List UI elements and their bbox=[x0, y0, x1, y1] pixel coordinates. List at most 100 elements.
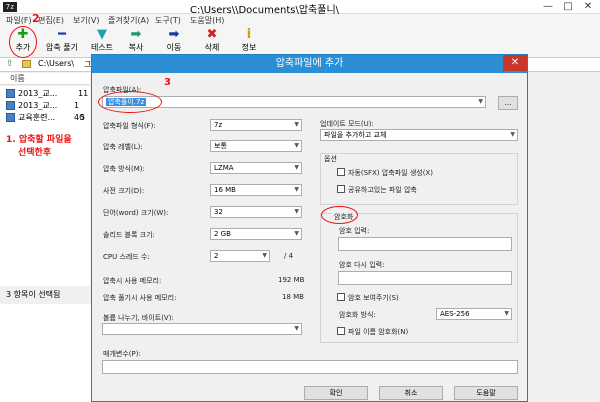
split-volumes-label: 볼륨 나누기, 바이트(V): bbox=[103, 314, 174, 322]
check-icon: ▼ bbox=[97, 27, 107, 42]
file-size: 5 bbox=[80, 113, 86, 122]
split-volumes-select[interactable]: ▼ bbox=[102, 323, 302, 335]
app-icon: 7z bbox=[3, 2, 17, 12]
minimize-button[interactable]: — bbox=[538, 0, 558, 14]
dialog-close-button[interactable]: ✕ bbox=[503, 55, 527, 71]
up-folder-icon[interactable]: ⇧ bbox=[6, 59, 14, 69]
update-mode-value: 파일을 추가하고 교체 bbox=[324, 131, 387, 139]
cpu-threads-label: CPU 스레드 수: bbox=[103, 253, 150, 261]
menu-help[interactable]: 도움말(H) bbox=[190, 14, 224, 27]
folder-icon bbox=[22, 60, 31, 68]
info-button[interactable]: i 정보 bbox=[230, 28, 268, 56]
password-input[interactable] bbox=[338, 237, 512, 251]
method-value: LZMA bbox=[214, 164, 234, 172]
level-value: 보통 bbox=[214, 142, 227, 150]
encrypt-names-label: 파일 이름 암호화(N) bbox=[348, 328, 409, 336]
menu-view[interactable]: 보기(V) bbox=[73, 14, 99, 27]
column-header-name[interactable]: 이름 bbox=[0, 73, 90, 85]
file-icon bbox=[6, 101, 15, 110]
copy-button-label: 복사 bbox=[128, 43, 144, 52]
test-button[interactable]: ▼ 테스트 bbox=[83, 28, 121, 56]
cancel-button[interactable]: 취소 bbox=[379, 386, 443, 400]
menu-edit[interactable]: 편집(E) bbox=[38, 14, 64, 27]
file-list: 2013_교... 11 2013_교... 1 40 교육훈련... 5 1.… bbox=[0, 86, 90, 286]
move-button[interactable]: ➡ 이동 bbox=[155, 28, 193, 56]
sfx-label: 자동(SFX) 압축파일 생성(X) bbox=[348, 169, 433, 177]
file-icon bbox=[6, 89, 15, 98]
password-confirm-input[interactable] bbox=[338, 271, 512, 285]
copy-button[interactable]: ➡ 복사 bbox=[117, 28, 155, 56]
parameters-input[interactable] bbox=[102, 360, 518, 374]
solid-block-value: 2 GB bbox=[214, 230, 231, 238]
dictionary-select[interactable]: 16 MB ▼ bbox=[210, 184, 302, 196]
solid-block-select[interactable]: 2 GB ▼ bbox=[210, 228, 302, 240]
help-button[interactable]: 도움말 bbox=[454, 386, 518, 400]
step-1-instruction: 1. 압축할 파일을 선택한후 bbox=[6, 134, 72, 160]
parameters-label: 매개변수(P): bbox=[103, 350, 141, 358]
info-button-label: 정보 bbox=[241, 43, 257, 52]
level-label: 압축 레벨(L): bbox=[103, 143, 143, 151]
word-size-select[interactable]: 32 ▼ bbox=[210, 206, 302, 218]
shared-files-label: 공유하고있는 파일 압축 bbox=[348, 186, 417, 194]
dictionary-label: 사전 크기(D): bbox=[103, 187, 145, 195]
update-mode-label: 업데이트 모드(U): bbox=[320, 120, 374, 128]
menu-favorites[interactable]: 즐겨찾기(A) bbox=[108, 14, 149, 27]
chevron-down-icon: ▼ bbox=[294, 208, 299, 215]
chevron-down-icon: ▼ bbox=[294, 230, 299, 237]
chevron-down-icon: ▼ bbox=[294, 325, 299, 332]
delete-button[interactable]: ✖ 삭제 bbox=[193, 28, 231, 56]
chevron-down-icon: ▼ bbox=[262, 252, 267, 259]
menu-bar: 파일(F) 편집(E) 보기(V) 즐겨찾기(A) 도구(T) 도움말(H) bbox=[0, 14, 600, 27]
level-select[interactable]: 보통 ▼ bbox=[210, 140, 302, 152]
password-confirm-label: 암호 다시 입력: bbox=[339, 261, 385, 269]
encrypt-names-checkbox[interactable] bbox=[337, 327, 345, 335]
info-icon: i bbox=[246, 27, 252, 42]
chevron-down-icon: ▼ bbox=[510, 131, 515, 138]
highlight-circle bbox=[98, 91, 162, 113]
cpu-threads-total: / 4 bbox=[284, 252, 294, 260]
list-item[interactable]: 2013_교... bbox=[6, 100, 57, 112]
show-password-checkbox[interactable] bbox=[337, 293, 345, 301]
copy-arrow-icon: ➡ bbox=[130, 27, 142, 42]
chevron-down-icon: ▼ bbox=[294, 186, 299, 193]
maximize-button[interactable]: □ bbox=[558, 0, 578, 14]
chevron-down-icon: ▼ bbox=[294, 164, 299, 171]
word-size-value: 32 bbox=[214, 208, 223, 216]
add-to-archive-dialog: 압축파일에 추가 ✕ 3 압축파일(A): 압축풀이.7z ▼ ... 압축파일… bbox=[91, 54, 528, 402]
format-select[interactable]: 7z ▼ bbox=[210, 119, 302, 131]
options-label: 옵션 bbox=[324, 155, 337, 163]
method-select[interactable]: LZMA ▼ bbox=[210, 162, 302, 174]
chevron-down-icon: ▼ bbox=[478, 98, 483, 105]
move-button-label: 이동 bbox=[166, 43, 182, 52]
delete-button-label: 삭제 bbox=[204, 43, 220, 52]
menu-tools[interactable]: 도구(T) bbox=[155, 14, 181, 27]
extract-button[interactable]: ━ 압축 풀기 bbox=[42, 28, 82, 56]
shared-files-checkbox[interactable] bbox=[337, 185, 345, 193]
cpu-threads-value: 2 bbox=[214, 252, 219, 260]
list-item[interactable]: 교육훈련... bbox=[6, 112, 55, 124]
step-1-line-2: 선택한후 bbox=[18, 148, 52, 158]
list-item[interactable]: 2013_교... bbox=[6, 88, 57, 100]
address-path: C:\Users\ bbox=[38, 59, 75, 68]
format-label: 압축파일 형식(F): bbox=[103, 122, 156, 130]
browse-button[interactable]: ... bbox=[498, 96, 518, 110]
update-mode-select[interactable]: 파일을 추가하고 교체 ▼ bbox=[320, 129, 518, 141]
file-size: 11 bbox=[78, 89, 89, 98]
menu-file[interactable]: 파일(F) bbox=[6, 14, 32, 27]
dictionary-value: 16 MB bbox=[214, 186, 236, 194]
sfx-checkbox[interactable] bbox=[337, 168, 345, 176]
method-label: 압축 방식(M): bbox=[103, 165, 145, 173]
chevron-down-icon: ▼ bbox=[294, 142, 299, 149]
extract-button-label: 압축 풀기 bbox=[46, 43, 78, 52]
encryption-method-select[interactable]: AES-256 ▼ bbox=[436, 308, 512, 320]
file-name: 2013_교... bbox=[18, 89, 58, 98]
minus-icon: ━ bbox=[58, 27, 66, 42]
ok-button[interactable]: 확인 bbox=[304, 386, 368, 400]
test-button-label: 테스트 bbox=[90, 43, 114, 52]
chevron-down-icon: ▼ bbox=[504, 310, 509, 317]
close-button[interactable]: ✕ bbox=[578, 0, 598, 14]
cpu-threads-select[interactable]: 2 ▼ bbox=[210, 250, 270, 262]
encryption-method-label: 암호화 방식: bbox=[339, 311, 376, 319]
delete-icon: ✖ bbox=[206, 27, 218, 42]
move-arrow-icon: ➡ bbox=[168, 27, 180, 42]
